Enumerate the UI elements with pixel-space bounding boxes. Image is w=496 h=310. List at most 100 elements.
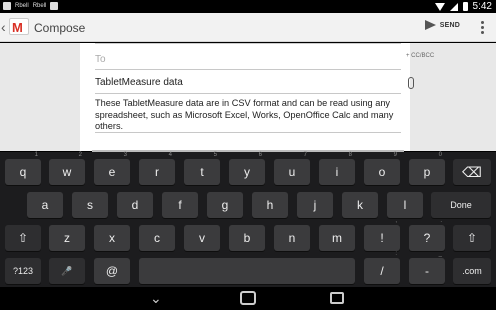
send-button[interactable]: SEND [424,20,460,30]
key-v[interactable]: v [184,225,220,251]
notification-icon [50,2,59,10]
key-j[interactable]: j [297,192,333,218]
key-a[interactable]: a [27,192,63,218]
home-icon[interactable] [240,291,256,305]
shift-key-right[interactable]: ⇧ [453,225,491,251]
send-label: SEND [439,21,460,29]
notification-icons: Rbell Rbell [3,2,59,10]
system-icons: 5:42 [434,1,492,12]
backspace-key[interactable]: ⌫ [453,159,491,185]
backspace-icon: ⌫ [462,164,482,180]
key-u[interactable]: 7u [274,152,310,185]
key-i[interactable]: 8i [319,152,355,185]
signal-icon [449,2,458,11]
key-w[interactable]: 2w [49,152,85,185]
key-label: / [380,264,384,278]
gmail-icon[interactable]: M [9,18,29,35]
key-sub: : [395,251,397,257]
key-r[interactable]: 4r [139,152,175,185]
key-p[interactable]: 0p [409,152,445,185]
up-navigation-icon[interactable]: ‹ [1,19,6,35]
key-at[interactable]: @ [94,258,130,284]
key-label: d [131,198,139,212]
key-n[interactable]: n [274,225,310,251]
key-sub: , [395,218,397,224]
overflow-menu-icon[interactable] [481,21,484,34]
key-label: v [199,231,205,245]
cc-bcc-button[interactable]: + CC/BCC [406,53,434,59]
key-x[interactable]: x [94,225,130,251]
page-title: Compose [34,21,86,35]
wifi-icon [434,2,445,11]
back-icon[interactable]: ⌄ [150,291,162,305]
key-dash[interactable]: _ - [409,251,445,284]
key-label: x [109,231,115,245]
key-exclamation[interactable]: ,! [364,218,400,251]
shift-key-left[interactable]: ⇧ [5,225,41,251]
key-label: y [244,165,250,179]
key-sub: 9 [393,152,397,158]
key-c[interactable]: c [139,225,175,251]
key-slash[interactable]: : / [364,251,400,284]
key-label: c [154,231,160,245]
key-sub: 2 [78,152,82,158]
key-sub: 0 [438,152,442,158]
key-o[interactable]: 9o [364,152,400,185]
key-label: n [288,231,296,245]
action-bar: ‹ M Compose SEND [0,13,496,42]
key-m[interactable]: m [319,225,355,251]
status-bar: Rbell Rbell 5:42 [0,0,496,13]
done-key[interactable]: Done [431,192,491,218]
navigation-bar: ⌄ [0,287,496,310]
key-t[interactable]: 5t [184,152,220,185]
key-g[interactable]: g [207,192,243,218]
key-label: g [221,198,229,212]
key-l[interactable]: l [387,192,423,218]
key-sub: 5 [213,152,217,158]
key-q[interactable]: 1q [5,152,41,185]
to-field[interactable]: To [95,46,401,70]
microphone-icon: 🎤 [61,266,73,276]
key-label: m [332,231,342,245]
key-label: f [178,198,182,212]
key-label: j [313,198,317,212]
key-label: .com [462,266,482,276]
key-question[interactable]: .? [409,218,445,251]
key-k[interactable]: k [342,192,378,218]
key-f[interactable]: f [162,192,198,218]
subject-field[interactable]: TabletMeasure data [95,74,401,94]
key-z[interactable]: z [49,225,85,251]
soft-keyboard: 1q 2w 3e 4r 5t 6y 7u 8i 9o 0p ⌫ a s d f … [0,152,496,287]
key-sub: 6 [258,152,262,158]
key-h[interactable]: h [252,192,288,218]
key-label: @ [105,264,119,278]
dotcom-key[interactable]: .com [453,258,491,284]
key-label: ? [423,231,431,245]
symbols-key[interactable]: ?123 [5,258,41,284]
key-sub: 1 [34,152,38,158]
key-label: - [425,264,429,278]
key-b[interactable]: b [229,225,265,251]
key-label: l [403,198,407,212]
recents-icon[interactable] [330,292,344,304]
attach-icon[interactable] [408,77,414,89]
key-y[interactable]: 6y [229,152,265,185]
key-label: w [62,165,72,179]
shift-icon: ⇧ [466,231,478,245]
space-bar[interactable] [139,258,355,284]
key-s[interactable]: s [72,192,108,218]
key-label: z [64,231,70,245]
body-field[interactable]: These TabletMeasure data are in CSV form… [95,97,401,133]
key-e[interactable]: 3e [94,152,130,185]
key-d[interactable]: d [117,192,153,218]
key-label: i [335,165,339,179]
key-label: ?123 [12,266,34,276]
send-icon [424,20,436,30]
voice-input-key[interactable]: 🎤 [49,258,85,284]
key-sub: 8 [348,152,352,158]
key-label: k [357,198,363,212]
battery-icon [462,2,468,11]
notification-icon [3,2,11,10]
notification-text-2: Rbell [32,3,47,9]
key-label: s [87,198,93,212]
